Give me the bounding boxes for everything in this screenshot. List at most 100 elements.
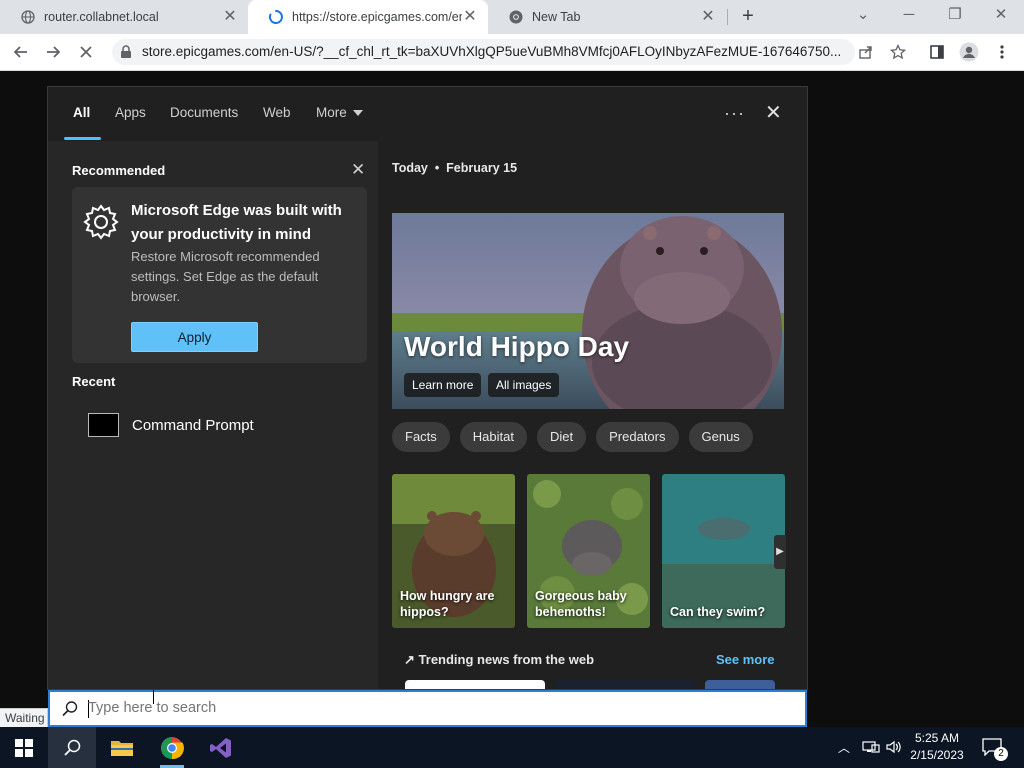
card-description: Restore Microsoft recommended settings. … (131, 249, 320, 304)
browser-tab-epicgames[interactable]: https://store.epicgames.com/en- ✕ (248, 0, 488, 34)
tab-documents[interactable]: Documents (170, 105, 238, 120)
news-card-peek[interactable] (705, 680, 775, 689)
chrome-icon (161, 736, 184, 759)
dismiss-recommended-icon[interactable]: ✕ (351, 160, 365, 180)
edge-recommendation-card: Microsoft Edge was built with your produ… (72, 187, 367, 363)
tile-hungry-hippos[interactable]: How hungry are hippos? (392, 474, 515, 628)
tab-title: https://store.epicgames.com/en- (292, 10, 462, 24)
taskbar-search-button[interactable] (48, 727, 96, 768)
card-title: Microsoft Edge was built with your produ… (131, 202, 342, 243)
trending-arrow-icon: ↗ (404, 652, 415, 667)
address-url: store.epicgames.com/en-US/?__cf_chl_rt_t… (142, 44, 842, 59)
profile-avatar-icon[interactable] (958, 41, 980, 63)
learn-more-button[interactable]: Learn more (404, 373, 482, 397)
chip-habitat[interactable]: Habitat (459, 422, 527, 452)
chip-diet[interactable]: Diet (537, 422, 587, 452)
restore-icon[interactable]: ❐ (943, 4, 967, 26)
chip-facts[interactable]: Facts (392, 422, 450, 452)
news-card-peek[interactable] (405, 680, 545, 689)
chip-genus[interactable]: Genus (688, 422, 753, 452)
lock-icon (120, 45, 132, 62)
topic-chips: Facts Habitat Diet Predators Genus (392, 422, 753, 452)
date-label: February 15 (446, 161, 518, 175)
clock-date: 2/15/2023 (910, 748, 964, 762)
today-date: Today • February 15 (392, 161, 518, 175)
bookmark-star-icon[interactable] (887, 41, 909, 63)
browser-tab-new-tab[interactable]: New Tab ✕ (488, 0, 726, 34)
all-images-button[interactable]: All images (488, 373, 560, 397)
hero-title: World Hippo Day (404, 331, 630, 362)
search-icon (64, 739, 81, 756)
browser-toolbar: store.epicgames.com/en-US/?__cf_chl_rt_t… (0, 34, 1024, 71)
tab-more-label: More (316, 105, 347, 120)
chrome-icon (508, 9, 524, 25)
trending-label: Trending news from the web (418, 652, 595, 667)
browser-tab-router[interactable]: router.collabnet.local ✕ (0, 0, 248, 34)
start-button[interactable] (0, 727, 48, 768)
visual-studio-button[interactable] (197, 727, 245, 768)
recent-heading: Recent (72, 374, 116, 389)
back-icon[interactable] (10, 41, 32, 63)
tab-apps[interactable]: Apps (115, 105, 146, 120)
see-more-link[interactable]: See more (716, 652, 775, 667)
tab-web[interactable]: Web (263, 105, 291, 120)
recent-item-label: Command Prompt (132, 417, 254, 434)
volume-icon[interactable] (885, 739, 903, 758)
tab-search-icon[interactable]: ⌄ (851, 4, 875, 26)
folder-icon (111, 740, 133, 756)
recommended-heading: Recommended (72, 163, 166, 178)
close-tab-icon[interactable]: ✕ (700, 9, 716, 25)
forward-icon[interactable] (42, 41, 64, 63)
tile-caption: Gorgeous baby behemoths! (535, 589, 627, 619)
today-label: Today (392, 161, 428, 175)
share-icon[interactable] (855, 41, 877, 63)
taskbar-search-box[interactable] (48, 690, 807, 727)
visual-studio-icon (210, 737, 231, 758)
search-filter-tabs: All Apps Documents Web More ··· ✕ (48, 87, 807, 142)
stop-loading-icon[interactable] (75, 41, 97, 63)
show-hidden-icons-icon[interactable]: ︿ (838, 739, 850, 756)
globe-icon (20, 9, 36, 25)
browser-tab-strip: router.collabnet.local ✕ https://store.e… (0, 0, 1024, 34)
loading-spinner-icon (268, 9, 284, 25)
more-options-icon[interactable]: ··· (724, 104, 745, 122)
address-bar[interactable]: store.epicgames.com/en-US/?__cf_chl_rt_t… (112, 39, 855, 65)
tile-can-they-swim[interactable]: Can they swim? (662, 474, 785, 628)
side-panel-icon[interactable] (926, 41, 948, 63)
close-window-icon[interactable]: ✕ (989, 4, 1013, 26)
active-tab-indicator (64, 137, 101, 140)
tile-baby-behemoths[interactable]: Gorgeous baby behemoths! (527, 474, 650, 628)
hero-image-card[interactable]: World Hippo Day Learn more All images (392, 213, 784, 409)
clock-time: 5:25 AM (914, 731, 960, 745)
apply-button[interactable]: Apply (131, 322, 258, 352)
windows-search-panel: All Apps Documents Web More ··· ✕ Recomm… (47, 86, 808, 690)
notification-count-badge: 2 (994, 747, 1008, 761)
windows-logo-icon (15, 738, 33, 757)
plus-icon[interactable]: + (738, 6, 758, 26)
chip-predators[interactable]: Predators (596, 422, 679, 452)
tab-all[interactable]: All (73, 105, 90, 120)
search-input[interactable] (88, 695, 778, 721)
minimize-icon[interactable]: ─ (897, 4, 921, 26)
tab-more[interactable]: More (316, 105, 363, 120)
search-icon (61, 700, 79, 721)
chrome-taskbar-button[interactable] (148, 727, 196, 768)
browser-menu-icon[interactable] (991, 41, 1013, 63)
mouse-cursor (153, 690, 154, 704)
command-prompt-icon (88, 413, 119, 437)
file-explorer-button[interactable] (98, 727, 146, 768)
news-card-peek[interactable] (555, 680, 695, 689)
network-icon[interactable] (862, 739, 880, 758)
close-panel-icon[interactable]: ✕ (765, 102, 782, 124)
tile-caption: Can they swim? (670, 605, 766, 619)
carousel-next-icon[interactable]: ▶ (774, 535, 786, 569)
tab-title: New Tab (532, 10, 581, 24)
tab-title: router.collabnet.local (44, 10, 159, 24)
tab-separator (727, 9, 728, 25)
today-pane: Today • February 15 World Hippo Day Lear… (378, 141, 807, 689)
taskbar-clock[interactable]: 5:25 AM 2/15/2023 (902, 730, 972, 764)
close-tab-icon[interactable]: ✕ (462, 9, 478, 25)
browser-status-bar: Waiting (0, 708, 48, 727)
close-tab-icon[interactable]: ✕ (222, 9, 238, 25)
trending-heading: ↗ Trending news from the web (404, 652, 594, 668)
